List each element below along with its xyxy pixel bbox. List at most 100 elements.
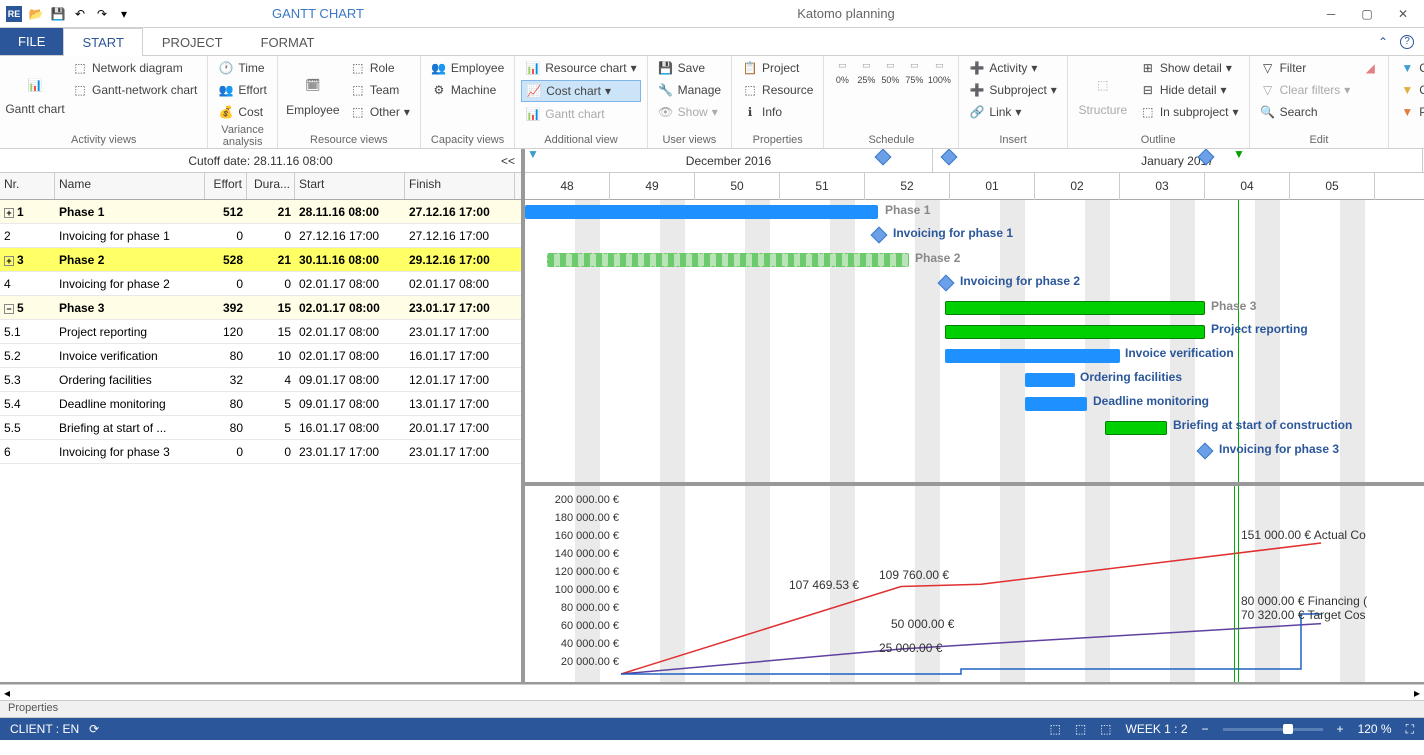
subproject-button[interactable]: ➕Subproject ▾ [965, 80, 1060, 100]
table-row[interactable]: +1Phase 15122128.11.16 08:0027.12.16 17:… [0, 200, 521, 224]
show-button[interactable]: 👁Show ▾ [654, 102, 725, 122]
zoom-in-button[interactable]: + [1337, 722, 1344, 736]
cap-machine-button[interactable]: ⚙Machine [427, 80, 508, 100]
gantt-chart-addl-button[interactable]: 📊Gantt chart [521, 104, 640, 124]
col-effort[interactable]: Effort [205, 173, 247, 199]
tab-format[interactable]: FORMAT [242, 28, 334, 55]
manage-icon: 🔧 [658, 82, 674, 98]
refresh-icon[interactable]: ⟳ [89, 722, 99, 736]
activity-button[interactable]: ➕Activity ▾ [965, 58, 1060, 78]
link-button[interactable]: 🔗Link ▾ [965, 102, 1060, 122]
time-button[interactable]: 🕐Time [214, 58, 270, 78]
collapse-left-button[interactable]: << [501, 154, 515, 168]
other-button[interactable]: ⬚Other ▾ [346, 102, 414, 122]
structure-button[interactable]: ⬚Structure [1074, 58, 1132, 128]
horizontal-scrollbar[interactable]: ◂▸ [0, 684, 1424, 700]
bar-deadline[interactable] [1025, 397, 1087, 411]
table-row[interactable]: 5.5Briefing at start of ...80516.01.17 0… [0, 416, 521, 440]
role-button[interactable]: ⬚Role [346, 58, 414, 78]
zoom-out-button[interactable]: − [1202, 722, 1209, 736]
help-icon[interactable]: ? [1400, 35, 1414, 49]
show-detail-button[interactable]: ⊞Show detail ▾ [1136, 58, 1243, 78]
employee-view-button[interactable]: 🗓Employee [284, 58, 342, 128]
open-icon[interactable]: 📂 [28, 6, 44, 22]
tab-project[interactable]: PROJECT [143, 28, 242, 55]
zoom-fit-icon[interactable]: ⛶ [1406, 722, 1414, 737]
col-nr[interactable]: Nr. [0, 173, 55, 199]
week-number: 03 [1120, 173, 1205, 200]
resource-chart-button[interactable]: 📊Resource chart ▾ [521, 58, 640, 78]
col-start[interactable]: Start [295, 173, 405, 199]
milestone[interactable] [1197, 443, 1214, 460]
table-row[interactable]: 5.1Project reporting1201502.01.17 08:002… [0, 320, 521, 344]
view-icon-1[interactable]: ⬚ [1049, 722, 1060, 736]
manage-button[interactable]: 🔧Manage [654, 80, 725, 100]
network-diagram-button[interactable]: ⬚Network diagram [68, 58, 201, 78]
in-subproject-button[interactable]: ⬚In subproject ▾ [1136, 102, 1243, 122]
view-icon-3[interactable]: ⬚ [1100, 722, 1111, 736]
team-button[interactable]: ⬚Team [346, 80, 414, 100]
undo-icon[interactable]: ↶ [72, 6, 88, 22]
effort-button[interactable]: 👥Effort [214, 80, 270, 100]
clear-filters-button[interactable]: ▽Clear filters ▾ [1256, 80, 1355, 100]
table-row[interactable]: 5.4Deadline monitoring80509.01.17 08:001… [0, 392, 521, 416]
bar-phase3[interactable] [945, 301, 1205, 315]
gantt-network-button[interactable]: ⬚Gantt-network chart [68, 80, 201, 100]
group-label: Activity views [6, 132, 201, 148]
bar-phase1[interactable] [525, 205, 878, 219]
filter-button[interactable]: ▽Filter [1256, 58, 1355, 78]
bar-phase2[interactable] [547, 253, 909, 267]
gantt-chart-button[interactable]: 📊Gantt chart [6, 58, 64, 128]
project-props-button[interactable]: 📋Project [738, 58, 817, 78]
project-start-button[interactable]: ▼Project start ▾ [1395, 102, 1424, 122]
eraser-button[interactable]: ◢ [1358, 58, 1382, 78]
cutoff-date-button[interactable]: ▼Cutoff date [1395, 58, 1424, 78]
close-button[interactable]: ✕ [1386, 3, 1420, 25]
milestone[interactable] [871, 227, 888, 244]
pct75-button[interactable]: ▭75% [902, 58, 926, 87]
data-label: 70 320.00 € Target Cos [1241, 608, 1366, 622]
table-row[interactable]: 4Invoicing for phase 20002.01.17 08:0002… [0, 272, 521, 296]
minimize-button[interactable]: ─ [1314, 3, 1348, 25]
bar-invver[interactable] [945, 349, 1120, 363]
maximize-button[interactable]: ▢ [1350, 3, 1384, 25]
chart-plot-area[interactable]: 200 000.00 €180 000.00 €160 000.00 €140 … [525, 486, 1424, 682]
cost-chart-button[interactable]: 📈Cost chart ▾ [521, 80, 640, 102]
search-button[interactable]: 🔍Search [1256, 102, 1355, 122]
file-menu[interactable]: FILE [0, 28, 63, 55]
table-row[interactable]: −5Phase 33921502.01.17 08:0023.01.17 17:… [0, 296, 521, 320]
col-finish[interactable]: Finish [405, 173, 515, 199]
hide-detail-button[interactable]: ⊟Hide detail ▾ [1136, 80, 1243, 100]
table-row[interactable]: 2Invoicing for phase 10027.12.16 17:0027… [0, 224, 521, 248]
collapse-ribbon-icon[interactable]: ⌃ [1378, 35, 1388, 49]
group-label: Outline [1074, 132, 1243, 148]
pct0-button[interactable]: ▭0% [830, 58, 854, 87]
col-name[interactable]: Name [55, 173, 205, 199]
pct25-button[interactable]: ▭25% [854, 58, 878, 87]
table-row[interactable]: 6Invoicing for phase 30023.01.17 17:0023… [0, 440, 521, 464]
table-row[interactable]: +3Phase 25282130.11.16 08:0029.12.16 17:… [0, 248, 521, 272]
table-row[interactable]: 5.2Invoice verification801002.01.17 08:0… [0, 344, 521, 368]
save-icon[interactable]: 💾 [50, 6, 66, 22]
data-label: 80 000.00 € Financing ( [1241, 594, 1367, 608]
info-button[interactable]: ℹInfo [738, 102, 817, 122]
pct100-button[interactable]: ▭100% [926, 58, 952, 87]
cap-employee-button[interactable]: 👥Employee [427, 58, 508, 78]
cost-button[interactable]: 💰Cost [214, 102, 270, 122]
bar-reporting[interactable] [945, 325, 1205, 339]
view-icon-2[interactable]: ⬚ [1075, 722, 1086, 736]
zoom-slider[interactable] [1223, 728, 1323, 731]
table-row[interactable]: 5.3Ordering facilities32409.01.17 08:001… [0, 368, 521, 392]
bar-ordering[interactable] [1025, 373, 1075, 387]
current-date-button[interactable]: ▼Current date [1395, 80, 1424, 100]
qa-dropdown-icon[interactable]: ▾ [116, 6, 132, 22]
col-dur[interactable]: Dura... [247, 173, 295, 199]
bar-briefing[interactable] [1105, 421, 1167, 435]
tab-start[interactable]: START [63, 28, 142, 56]
save-view-button[interactable]: 💾Save [654, 58, 725, 78]
redo-icon[interactable]: ↷ [94, 6, 110, 22]
pct50-button[interactable]: ▭50% [878, 58, 902, 87]
properties-panel-header[interactable]: Properties [0, 700, 1424, 718]
resource-props-button[interactable]: ⬚Resource [738, 80, 817, 100]
milestone[interactable] [938, 275, 955, 292]
